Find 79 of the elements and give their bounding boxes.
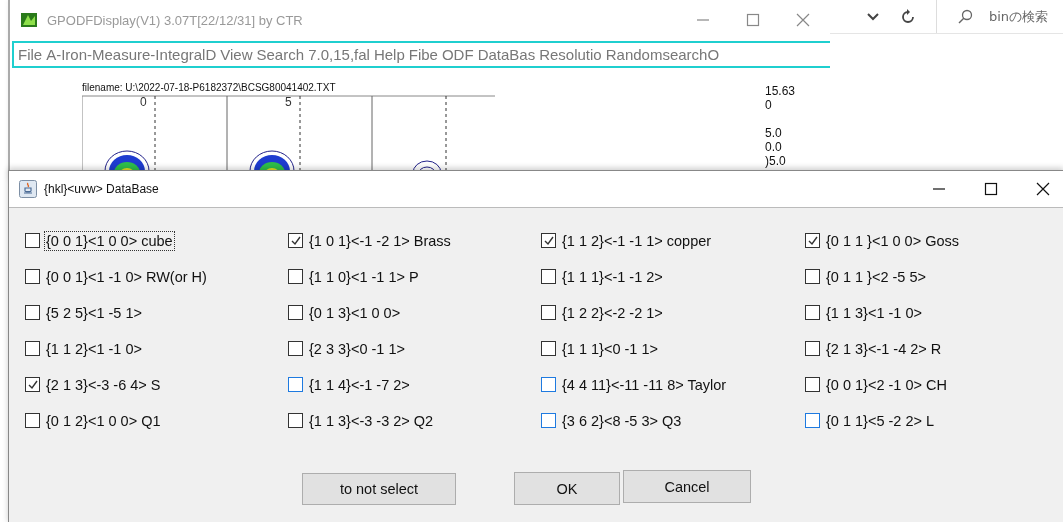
menu-item[interactable]: A-Iron-Measure-IntegralD (46, 46, 217, 63)
checkbox[interactable] (805, 377, 820, 392)
dialog-button[interactable]: OK (514, 472, 620, 505)
option-label[interactable]: {0 1 1}<5 -2 2> L (824, 410, 937, 431)
refresh-icon[interactable] (900, 8, 916, 25)
checkbox[interactable] (25, 413, 40, 428)
menu-item[interactable]: Fibe (408, 46, 438, 63)
option-label[interactable]: {1 1 3}<1 -1 0> (824, 302, 924, 323)
panel-label: 0 (140, 95, 147, 109)
option-label[interactable]: {0 0 1}<2 -1 0> CH (824, 374, 949, 395)
option-label[interactable]: {1 1 1}<0 -1 1> (560, 338, 660, 359)
checkbox[interactable] (25, 377, 40, 392)
window-title: GPODFDisplay(V1) 3.07T[22/12/31] by CTR (47, 12, 303, 28)
checkbox[interactable] (25, 341, 40, 356)
dialog-button[interactable]: to not select (302, 473, 456, 505)
close-icon[interactable] (1036, 182, 1050, 196)
menu-item[interactable]: Resolutio (539, 46, 602, 63)
checkbox[interactable] (541, 341, 556, 356)
scale-label: )5.0 (765, 154, 787, 168)
option-label[interactable]: {1 0 1}<-1 -2 1> Brass (307, 230, 453, 251)
filename-label: filename: U:\2022-07-18-P6182372\BCSG80041402.TXT (82, 82, 336, 93)
checkbox[interactable] (541, 377, 556, 392)
option-label[interactable]: {1 1 0}<1 -1 1> P (307, 266, 421, 287)
option-label[interactable]: {1 1 4}<-1 -7 2> (307, 374, 412, 395)
checkbox[interactable] (541, 413, 556, 428)
option-label[interactable]: {0 1 1 }<1 0 0> Goss (824, 230, 962, 251)
java-icon (19, 180, 37, 198)
option-label[interactable]: {0 0 1}<1 0 0> cube (44, 230, 175, 251)
option-label[interactable]: {0 1 3}<1 0 0> (307, 302, 403, 323)
option-label[interactable]: {1 1 1}<-1 -1 2> (560, 266, 665, 287)
checkbox[interactable] (25, 269, 40, 284)
option-label[interactable]: {1 1 2}<-1 -1 1> copper (560, 230, 714, 251)
option-label[interactable]: {3 6 2}<8 -5 3> Q3 (560, 410, 684, 431)
option-label[interactable]: {0 1 2}<1 0 0> Q1 (44, 410, 163, 431)
checkbox[interactable] (288, 413, 303, 428)
checkbox[interactable] (805, 413, 820, 428)
checkbox[interactable] (288, 377, 303, 392)
checkbox[interactable] (288, 269, 303, 284)
option-label[interactable]: {2 3 3}<0 -1 1> (307, 338, 407, 359)
menu-item[interactable]: DataBas (477, 46, 536, 63)
option-label[interactable]: {1 1 2}<1 -1 0> (44, 338, 144, 359)
menu-item[interactable]: File (18, 46, 43, 63)
search-field[interactable]: binの検索 (987, 8, 1063, 25)
option-label[interactable]: {5 2 5}<1 -5 1> (44, 302, 144, 323)
menu-item[interactable]: Search 7.0,15,fal (256, 46, 370, 63)
menu-item[interactable]: Help (373, 46, 405, 63)
checkbox[interactable] (805, 269, 820, 284)
option-label[interactable]: {4 4 11}<-11 -11 8> Taylor (560, 374, 729, 395)
search-icon (957, 8, 973, 25)
dialog-title: {hkl}<uvw> DataBase (44, 182, 159, 196)
menu-item[interactable]: View (220, 46, 253, 63)
scale-label: 0.0 (765, 140, 783, 154)
option-label[interactable]: {2 1 3}<-3 -6 4> S (44, 374, 163, 395)
menu-item[interactable]: ODF (441, 46, 474, 63)
dialog-button[interactable]: Cancel (623, 470, 751, 503)
checkbox[interactable] (25, 305, 40, 320)
checkbox[interactable] (805, 341, 820, 356)
option-label[interactable]: {0 1 1 }<2 -5 5> (824, 266, 928, 287)
checkbox[interactable] (541, 305, 556, 320)
chevron-down-icon[interactable] (866, 11, 880, 22)
option-label[interactable]: {2 1 3}<-1 -4 2> R (824, 338, 944, 359)
scale-label: 5.0 (765, 126, 783, 140)
option-label[interactable]: {1 1 3}<-3 -3 2> Q2 (307, 410, 436, 431)
app-icon (20, 12, 38, 28)
checkbox[interactable] (25, 233, 40, 248)
option-label[interactable]: {1 2 2}<-2 -2 1> (560, 302, 665, 323)
checkbox[interactable] (288, 341, 303, 356)
checkbox[interactable] (288, 233, 303, 248)
scale-label: 15.63 (765, 84, 796, 98)
checkbox[interactable] (541, 269, 556, 284)
checkbox[interactable] (805, 233, 820, 248)
maximize-icon[interactable] (984, 182, 998, 196)
checkbox[interactable] (288, 305, 303, 320)
checkbox[interactable] (541, 233, 556, 248)
panel-label: 5 (285, 95, 292, 109)
option-label[interactable]: {0 0 1}<1 -1 0> RW(or H) (44, 266, 209, 287)
checkbox[interactable] (805, 305, 820, 320)
menu-item[interactable]: RandomsearchO (605, 46, 720, 63)
scale-label: 0 (765, 98, 773, 112)
